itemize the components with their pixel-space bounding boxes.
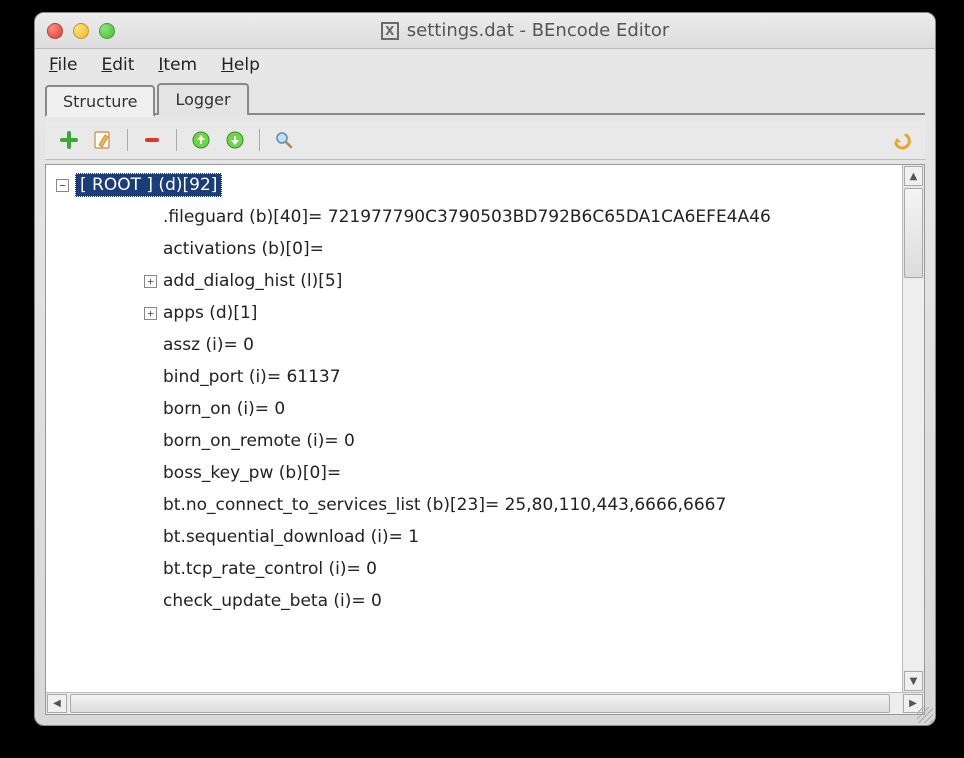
tree-branch-spacer — [144, 435, 157, 448]
tree-item-label: activations (b)[0]= — [163, 239, 324, 259]
scroll-track[interactable] — [903, 279, 924, 670]
magnifier-icon — [274, 130, 294, 150]
tab-logger[interactable]: Logger — [157, 83, 248, 115]
tree-branch-spacer — [144, 339, 157, 352]
toolbar — [45, 121, 925, 160]
tree-item[interactable]: boss_key_pw (b)[0]= — [48, 457, 900, 489]
tree-item-label: born_on_remote (i)= 0 — [163, 431, 355, 451]
toolbar-separator — [127, 129, 128, 151]
tree-branch-spacer — [144, 403, 157, 416]
tab-structure[interactable]: Structure — [45, 85, 155, 117]
expander-plus-icon[interactable]: + — [144, 307, 157, 320]
content-area: − [ ROOT ] (d)[92] .fileguard (b)[40]= 7… — [45, 164, 925, 715]
tree-item-label: boss_key_pw (b)[0]= — [163, 463, 341, 483]
window-title: settings.dat - BEncode Editor — [407, 20, 670, 41]
tree-item-label: bt.sequential_download (i)= 1 — [163, 527, 419, 547]
pencil-icon — [93, 130, 113, 150]
menu-file[interactable]: File — [49, 55, 77, 75]
tree-item-label: born_on (i)= 0 — [163, 399, 285, 419]
tree-item[interactable]: born_on_remote (i)= 0 — [48, 425, 900, 457]
zoom-button[interactable] — [99, 23, 115, 39]
arrow-down-icon — [225, 130, 245, 150]
tree-branch-spacer — [144, 371, 157, 384]
tree-root-label[interactable]: [ ROOT ] (d)[92] — [75, 173, 222, 197]
tree-item-label: .fileguard (b)[40]= 721977790C3790503BD7… — [163, 207, 771, 227]
scroll-down-icon[interactable]: ▼ — [904, 671, 923, 691]
remove-button[interactable] — [138, 127, 166, 153]
minus-icon — [142, 130, 162, 150]
tree-item[interactable]: .fileguard (b)[40]= 721977790C3790503BD7… — [48, 201, 900, 233]
scroll-thumb[interactable] — [904, 188, 923, 278]
find-button[interactable] — [270, 127, 298, 153]
resize-grip[interactable] — [917, 707, 933, 723]
tree-item[interactable]: bind_port (i)= 61137 — [48, 361, 900, 393]
undo-icon — [890, 129, 912, 151]
undo-button[interactable] — [887, 127, 915, 153]
scroll-left-icon[interactable]: ◀ — [47, 694, 67, 713]
tree-item[interactable]: assz (i)= 0 — [48, 329, 900, 361]
arrow-up-icon — [191, 130, 211, 150]
add-button[interactable] — [55, 127, 83, 153]
window: X settings.dat - BEncode Editor File Edi… — [34, 12, 936, 726]
scroll-thumb[interactable] — [70, 694, 890, 713]
tree-item[interactable]: bt.tcp_rate_control (i)= 0 — [48, 553, 900, 585]
tree-branch-spacer — [144, 499, 157, 512]
scroll-up-icon[interactable]: ▲ — [904, 166, 923, 186]
tree-branch-spacer — [144, 243, 157, 256]
menu-item[interactable]: Item — [158, 55, 197, 75]
tree-item-label: bind_port (i)= 61137 — [163, 367, 341, 387]
tree-item[interactable]: + add_dialog_hist (l)[5] — [48, 265, 900, 297]
traffic-lights — [47, 23, 115, 39]
tree-branch-spacer — [144, 595, 157, 608]
tree-item[interactable]: + apps (d)[1] — [48, 297, 900, 329]
app-icon: X — [381, 22, 399, 40]
tree-branch-spacer — [144, 531, 157, 544]
tab-row: Structure Logger — [35, 83, 935, 115]
tree-branch-spacer — [144, 467, 157, 480]
tree-branch-spacer — [144, 563, 157, 576]
horizontal-scrollbar[interactable]: ◀ ▶ — [46, 692, 924, 714]
expander-plus-icon[interactable]: + — [144, 275, 157, 288]
scroll-track[interactable] — [68, 693, 902, 714]
tree-item[interactable]: bt.no_connect_to_services_list (b)[23]= … — [48, 489, 900, 521]
tree-item-label: apps (d)[1] — [163, 303, 257, 323]
titlebar: X settings.dat - BEncode Editor — [35, 13, 935, 49]
tree-item[interactable]: bt.sequential_download (i)= 1 — [48, 521, 900, 553]
close-button[interactable] — [47, 23, 63, 39]
tree-item-label: add_dialog_hist (l)[5] — [163, 271, 342, 291]
move-up-button[interactable] — [187, 127, 215, 153]
tree-item[interactable]: activations (b)[0]= — [48, 233, 900, 265]
plus-icon — [59, 130, 79, 150]
toolbar-separator — [259, 129, 260, 151]
tree-branch-spacer — [144, 211, 157, 224]
vertical-scrollbar[interactable]: ▲ ▼ — [902, 165, 924, 692]
menu-help[interactable]: Help — [221, 55, 260, 75]
tree-view[interactable]: − [ ROOT ] (d)[92] .fileguard (b)[40]= 7… — [46, 165, 902, 692]
tree-item-label: bt.no_connect_to_services_list (b)[23]= … — [163, 495, 726, 515]
tree-item-label: check_update_beta (i)= 0 — [163, 591, 382, 611]
edit-button[interactable] — [89, 127, 117, 153]
toolbar-separator — [176, 129, 177, 151]
menubar: File Edit Item Help — [35, 49, 935, 83]
tree-item-label: bt.tcp_rate_control (i)= 0 — [163, 559, 377, 579]
minimize-button[interactable] — [73, 23, 89, 39]
tree-item-label: assz (i)= 0 — [163, 335, 254, 355]
expander-minus-icon[interactable]: − — [56, 179, 69, 192]
tree-item[interactable]: check_update_beta (i)= 0 — [48, 585, 900, 617]
move-down-button[interactable] — [221, 127, 249, 153]
menu-edit[interactable]: Edit — [101, 55, 134, 75]
tree-item[interactable]: born_on (i)= 0 — [48, 393, 900, 425]
